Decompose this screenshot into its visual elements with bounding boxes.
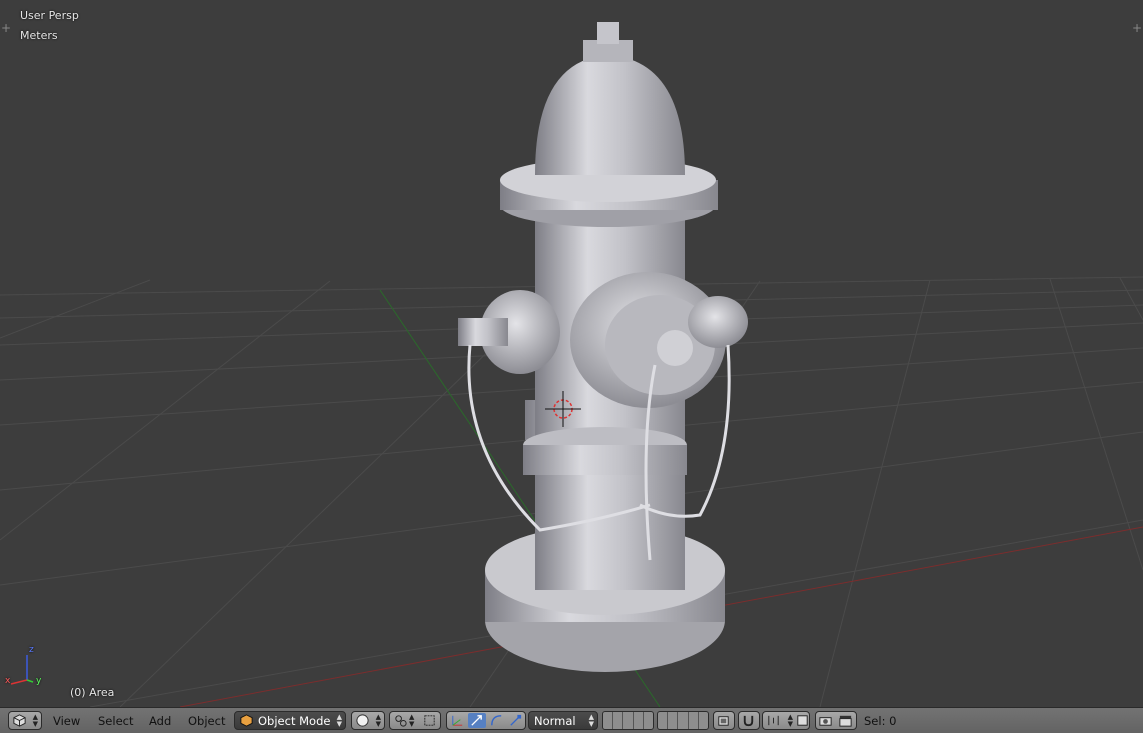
menu-view[interactable]: View [53,714,80,728]
menu-select[interactable]: Select [98,714,133,728]
pivot-icon[interactable] [393,713,408,728]
transform-manipulators [446,711,526,730]
viewport-header: ▲ ▼ View Select Add Object Object Mode ▲ ▼… [0,707,1143,733]
lock-camera-button[interactable] [713,711,735,730]
fire-hydrant-model [458,22,748,672]
updown-arrows-icon: ▲ ▼ [588,713,594,728]
tool-shelf-toggle-icon[interactable]: + [0,22,12,34]
updown-arrows-icon: ▲ ▼ [787,713,793,728]
object-mode-icon [240,714,253,727]
axis-gizmo [10,655,34,685]
layers-group-1[interactable] [602,711,654,730]
orientation-label: Normal [534,714,576,728]
snap-toggle[interactable] [738,711,760,730]
selection-status: Sel: 0 [864,714,897,728]
sphere-icon [356,714,369,727]
scene-canvas[interactable] [0,0,1143,707]
updown-arrows-icon: ▲ ▼ [336,713,342,728]
updown-arrows-icon: ▲ ▼ [32,713,38,728]
shading-dropdown[interactable]: ▲ ▼ [351,711,385,730]
snap-target-icon[interactable] [795,713,810,728]
layers-group-2[interactable] [657,711,709,730]
render-buttons [815,711,857,730]
gizmo-z-label: z [29,645,34,655]
editor-type-button[interactable]: ▲ ▼ [8,711,42,730]
updown-arrows-icon: ▲ ▼ [375,713,381,728]
properties-toggle-icon[interactable]: + [1131,22,1143,34]
units-label: Meters [20,29,58,42]
gizmo-x-label: x [5,676,11,686]
pivot-and-manipulator-group[interactable]: ▲ ▼ [389,711,441,730]
axes-icon[interactable] [450,713,465,728]
menu-add[interactable]: Add [149,714,171,728]
orientation-dropdown[interactable]: Normal ▲ ▼ [528,711,598,730]
mode-dropdown[interactable]: Object Mode ▲ ▼ [234,711,346,730]
mode-label: Object Mode [258,714,331,728]
proportional-icon [768,715,779,726]
cube-icon [13,714,26,727]
camera-icon[interactable] [818,713,833,728]
scale-icon[interactable] [508,713,523,728]
3d-viewport[interactable]: User Persp Meters (0) Area z x y + + [0,0,1143,707]
rotate-icon[interactable] [489,713,504,728]
gizmo-y-label: y [36,676,42,686]
view-name-label: User Persp [20,9,79,22]
translate-icon [471,715,482,726]
manipulator-icon[interactable] [422,713,437,728]
translate-toggle[interactable] [468,713,486,728]
magnet-icon [743,715,754,727]
lock-icon [718,716,729,726]
clapper-icon[interactable] [838,713,853,728]
menu-object[interactable]: Object [188,714,225,728]
updown-arrows-icon: ▲ ▼ [409,713,415,728]
active-object-label: (0) Area [70,686,115,699]
proportional-edit-dropdown[interactable]: ▲ ▼ [762,711,810,730]
